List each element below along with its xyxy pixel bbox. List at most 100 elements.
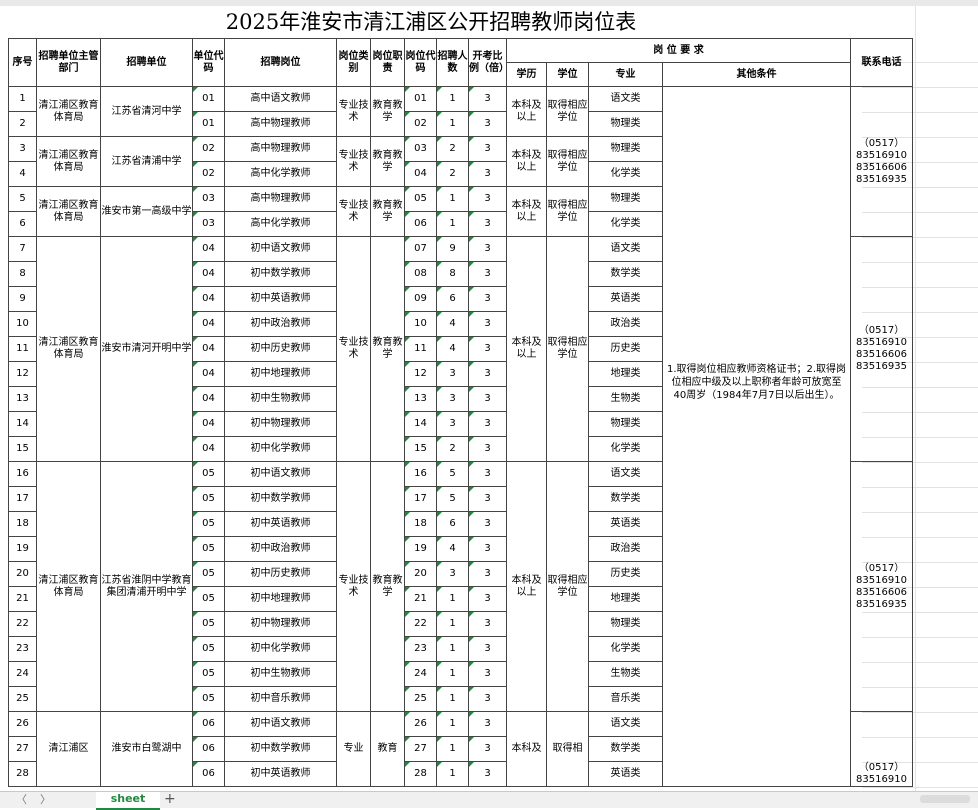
header-major: 专业	[588, 62, 663, 87]
empty-column-line	[915, 6, 916, 791]
cell-unit-code: 05	[192, 661, 225, 687]
cell-edu: 本科及	[506, 711, 547, 787]
cell-pos-code: 04	[404, 161, 437, 187]
cell-pos-code: 10	[404, 311, 437, 337]
cell-position: 初中语文教师	[224, 711, 337, 737]
cell-count: 1	[436, 111, 469, 137]
header-degree: 学位	[546, 62, 589, 87]
cell-count: 5	[436, 486, 469, 512]
worksheet[interactable]: 2025年淮安市清江浦区公开招聘教师岗位表 序号 招聘单位主管部门 招聘单位 单…	[0, 6, 978, 791]
cell-ratio: 3	[468, 186, 507, 212]
cell-major: 物理类	[588, 186, 663, 212]
cell-seq: 2	[8, 111, 37, 137]
header-count: 招聘人数	[436, 38, 469, 87]
cell-seq: 1	[8, 86, 37, 112]
cell-unit-code: 05	[192, 686, 225, 712]
cell-phone: （0517）83516910	[850, 711, 913, 787]
cell-major: 物理类	[588, 411, 663, 437]
cell-major: 语文类	[588, 711, 663, 737]
cell-dept: 清江浦区教育体育局	[36, 136, 101, 187]
cell-position: 高中化学教师	[224, 161, 337, 187]
cell-dept: 清江浦区教育体育局	[36, 86, 101, 137]
cell-major: 化学类	[588, 211, 663, 237]
cell-position: 初中生物教师	[224, 661, 337, 687]
cell-pos-code: 12	[404, 361, 437, 387]
header-unit: 招聘单位	[100, 38, 193, 87]
header-position: 招聘岗位	[224, 38, 337, 87]
cell-position: 初中语文教师	[224, 461, 337, 487]
header-requirements: 岗 位 要 求	[506, 38, 851, 63]
add-sheet-icon[interactable]: +	[164, 791, 176, 807]
cell-pos-code: 07	[404, 236, 437, 262]
header-other: 其他条件	[662, 62, 851, 87]
cell-position: 初中物理教师	[224, 411, 337, 437]
cell-pos-code: 27	[404, 736, 437, 762]
cell-pos-code: 17	[404, 486, 437, 512]
cell-major: 地理类	[588, 361, 663, 387]
cell-ratio: 3	[468, 136, 507, 162]
cell-seq: 9	[8, 286, 37, 312]
cell-ratio: 3	[468, 661, 507, 687]
cell-phone: （0517）83516910 83516606 83516935	[850, 236, 913, 462]
cell-count: 4	[436, 336, 469, 362]
cell-degree: 取得相应学位	[546, 186, 589, 237]
cell-ratio: 3	[468, 411, 507, 437]
cell-dept: 清江浦区教育体育局	[36, 461, 101, 712]
cell-position: 初中地理教师	[224, 361, 337, 387]
cell-major: 语文类	[588, 461, 663, 487]
cell-major: 地理类	[588, 586, 663, 612]
cell-other-conditions: 1.取得岗位相应教师资格证书；2.取得岗位相应中级及以上职称者年龄可放宽至40周…	[662, 86, 851, 787]
prev-sheet-icon[interactable]: 〈	[16, 793, 27, 807]
cell-duty: 教育教学	[370, 461, 405, 712]
cell-seq: 5	[8, 186, 37, 212]
cell-edu: 本科及以上	[506, 236, 547, 462]
cell-unit-code: 04	[192, 436, 225, 462]
cell-seq: 15	[8, 436, 37, 462]
cell-count: 3	[436, 411, 469, 437]
cell-seq: 27	[8, 736, 37, 762]
cell-ratio: 3	[468, 561, 507, 587]
cell-pos-code: 25	[404, 686, 437, 712]
cell-unit-code: 05	[192, 461, 225, 487]
cell-seq: 17	[8, 486, 37, 512]
cell-category: 专业技术	[336, 136, 371, 187]
cell-ratio: 3	[468, 211, 507, 237]
cell-category: 专业	[336, 711, 371, 787]
header-pos-code: 岗位代码	[404, 38, 437, 87]
next-sheet-icon[interactable]: 〉	[40, 793, 51, 807]
cell-degree: 取得相应学位	[546, 236, 589, 462]
cell-count: 4	[436, 311, 469, 337]
cell-pos-code: 26	[404, 711, 437, 737]
cell-edu: 本科及以上	[506, 461, 547, 712]
cell-phone: （0517）83516910 83516606 83516935	[850, 461, 913, 712]
cell-pos-code: 13	[404, 386, 437, 412]
cell-unit-code: 05	[192, 486, 225, 512]
cell-seq: 7	[8, 236, 37, 262]
cell-ratio: 3	[468, 236, 507, 262]
cell-seq: 20	[8, 561, 37, 587]
cell-count: 6	[436, 286, 469, 312]
cell-unit-code: 04	[192, 236, 225, 262]
horizontal-scrollbar[interactable]	[920, 795, 970, 803]
sheet-tab-bar: 〈 〉 sheet +	[0, 791, 978, 810]
cell-degree: 取得相应学位	[546, 461, 589, 712]
cell-unit-code: 04	[192, 286, 225, 312]
cell-unit-code: 04	[192, 336, 225, 362]
cell-count: 1	[436, 686, 469, 712]
cell-count: 3	[436, 561, 469, 587]
cell-seq: 12	[8, 361, 37, 387]
cell-count: 3	[436, 361, 469, 387]
cell-pos-code: 16	[404, 461, 437, 487]
cell-ratio: 3	[468, 461, 507, 487]
cell-seq: 16	[8, 461, 37, 487]
cell-ratio: 3	[468, 736, 507, 762]
cell-pos-code: 11	[404, 336, 437, 362]
header-category: 岗位类别	[336, 38, 371, 87]
cell-major: 音乐类	[588, 686, 663, 712]
table-row: 1 清江浦区教育体育局 江苏省清河中学 01 高中语文教师 专业技术 教育教学 01 1 3 本科及…	[8, 86, 913, 787]
cell-count: 9	[436, 236, 469, 262]
cell-pos-code: 03	[404, 136, 437, 162]
tab-sheet[interactable]: sheet	[96, 792, 160, 810]
cell-major: 数学类	[588, 486, 663, 512]
cell-position: 初中英语教师	[224, 286, 337, 312]
